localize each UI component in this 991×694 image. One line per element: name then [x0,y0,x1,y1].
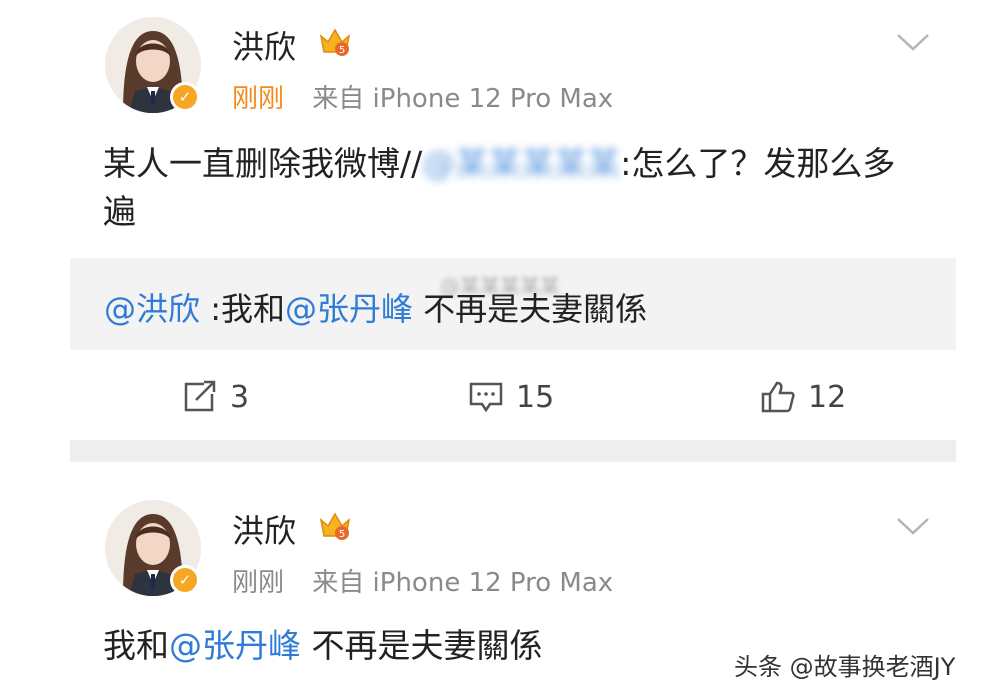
svg-text:5: 5 [339,529,345,540]
blurred-mention: @某某某某某 [422,144,621,183]
chevron-down-icon[interactable] [895,30,931,54]
post-time: 刚刚 [232,84,285,114]
post-card: ✓ 洪欣 5 刚刚 来自 iPhone 12 Pro Max 某人一直删除我微博… [0,0,991,440]
repost-icon [184,380,216,412]
mention-link[interactable]: @洪欣 [104,290,200,328]
thumbs-up-icon [761,381,795,413]
post-source: 来自 iPhone 12 Pro Max [312,84,614,114]
post-meta: 刚刚 来自 iPhone 12 Pro Max [232,78,613,115]
comment-button[interactable]: 15 [468,372,554,422]
comment-icon [469,382,503,413]
comment-count: 15 [516,379,555,415]
body-text: 不再是夫妻關係 [301,626,543,665]
vip-crown-icon: 5 [319,28,351,56]
chevron-down-icon[interactable] [895,514,931,538]
post-body: 某人一直删除我微博//@某某某某某:怎么了？发那么多遍 [103,140,923,236]
username[interactable]: 洪欣 [232,22,296,68]
svg-text:5: 5 [339,45,345,56]
verified-badge-icon: ✓ [170,82,200,112]
like-button[interactable]: 12 [760,372,846,422]
quoted-post[interactable]: @某某某某某 @洪欣 :我和@张丹峰 不再是夫妻關係 [70,258,956,350]
like-count: 12 [808,379,847,415]
quoted-text: @洪欣 :我和@张丹峰 不再是夫妻關係 [104,284,647,330]
mention-link[interactable]: @张丹峰 [169,626,301,665]
repost-button[interactable]: 3 [182,372,249,422]
quote-text: 不再是夫妻關係 [413,290,648,328]
post-time: 刚刚 [232,568,285,598]
mention-link[interactable]: @张丹峰 [285,290,413,328]
post-source: 来自 iPhone 12 Pro Max [312,568,614,598]
body-text: 我和 [103,626,169,665]
action-bar: 3 15 12 [0,372,991,422]
post-meta: 刚刚 来自 iPhone 12 Pro Max [232,562,613,599]
verified-badge-icon: ✓ [170,565,200,595]
repost-count: 3 [230,379,250,415]
vip-crown-icon: 5 [319,512,351,540]
body-text: 某人一直删除我微博// [103,144,423,183]
username[interactable]: 洪欣 [232,506,296,552]
weibo-screenshot: ✓ 洪欣 5 刚刚 来自 iPhone 12 Pro Max 某人一直删除我微博… [0,0,991,694]
quote-text: :我和 [200,290,285,328]
post-divider [70,440,956,462]
watermark: 头条 @故事换老酒JY [728,645,962,684]
